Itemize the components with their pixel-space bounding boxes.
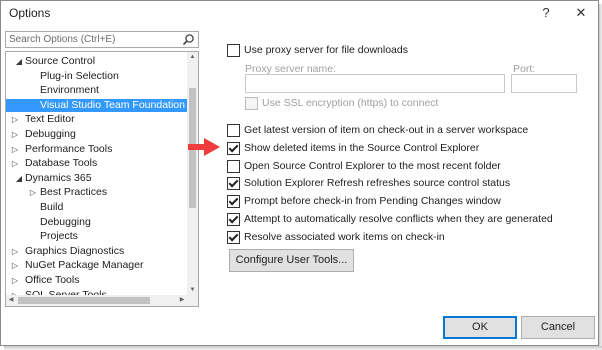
tree-item[interactable]: Build — [6, 201, 187, 214]
tree-item[interactable]: ▷ Debugging — [6, 128, 187, 141]
port-input[interactable] — [511, 74, 577, 93]
tree-item[interactable]: ▷ Office Tools — [6, 274, 187, 287]
tree-item-label: Debugging — [40, 215, 91, 228]
option-label: Get latest version of item on check-out … — [244, 124, 529, 136]
collapsed-arrow-icon[interactable]: ▷ — [10, 113, 20, 126]
cancel-button[interactable]: Cancel — [521, 316, 595, 339]
title-bar[interactable]: Options ? ✕ — [1, 1, 598, 27]
tree-item[interactable]: Projects — [6, 230, 187, 243]
collapsed-arrow-icon[interactable]: ▷ — [10, 245, 20, 258]
options-dialog: Options ? ✕ Search Options (Ctrl+E) ◢ Sou… — [0, 0, 599, 346]
help-button[interactable]: ? — [532, 2, 560, 24]
tree-item[interactable]: ▷ Text Editor — [6, 113, 187, 126]
collapsed-arrow-icon[interactable]: ▷ — [28, 186, 38, 199]
scroll-right-icon[interactable]: ▶ — [177, 295, 187, 306]
tree-item-label: Debugging — [25, 128, 76, 140]
tree-item[interactable]: Debugging — [6, 216, 187, 229]
close-button[interactable]: ✕ — [567, 2, 595, 24]
tree-item[interactable]: ▷ Graphics Diagnostics — [6, 245, 187, 258]
configure-user-tools-button[interactable]: Configure User Tools... — [229, 249, 354, 272]
tree-item[interactable]: Visual Studio Team Foundation Se — [6, 98, 187, 112]
tree-item-label: Build — [40, 201, 64, 213]
option-checkbox[interactable] — [227, 230, 240, 244]
window-title: Options — [9, 6, 51, 20]
ssl-checkbox[interactable] — [245, 97, 258, 110]
tree-item[interactable]: Environment — [6, 84, 187, 97]
search-placeholder: Search Options (Ctrl+E) — [9, 34, 116, 45]
scroll-up-icon[interactable]: ▲ — [187, 52, 198, 62]
scrollbar-corner — [187, 295, 198, 306]
tree-item-label: Dynamics 365 — [25, 171, 92, 184]
option-label: Attempt to automatically resolve conflic… — [244, 213, 553, 225]
search-icon[interactable] — [182, 33, 195, 46]
tree-item-label: Environment — [40, 84, 99, 97]
tree-item-label: Best Practices — [40, 186, 108, 199]
option-label: Show deleted items in the Source Control… — [244, 141, 480, 154]
option-checkbox[interactable] — [227, 177, 240, 191]
option-label: Open Source Control Explorer to the most… — [244, 159, 501, 172]
tree-item[interactable]: ▷ Performance Tools — [6, 143, 187, 156]
annotation-arrow-icon — [188, 138, 220, 156]
tree-horizontal-thumb[interactable] — [18, 297, 150, 304]
tree-item-label: Office Tools — [25, 274, 80, 286]
expanded-arrow-icon[interactable]: ◢ — [14, 55, 24, 68]
tree-item[interactable]: ◢ Source Control — [6, 55, 187, 68]
tree-vertical-scrollbar[interactable]: ▲ ▼ — [187, 52, 198, 295]
use-proxy-label: Use proxy server for file downloads — [244, 44, 408, 56]
use-proxy-checkbox[interactable] — [227, 44, 240, 57]
collapsed-arrow-icon[interactable]: ▷ — [10, 259, 20, 272]
tree-item[interactable]: Plug-in Selection — [6, 70, 187, 83]
collapsed-arrow-icon[interactable]: ▷ — [10, 128, 20, 141]
window-shadow-bottom — [4, 346, 602, 350]
tree-item[interactable]: ◢ Dynamics 365 — [6, 172, 187, 185]
tree-item[interactable]: ▷ NuGet Package Manager — [6, 259, 187, 272]
collapsed-arrow-icon[interactable]: ▷ — [10, 143, 20, 156]
tree-horizontal-scrollbar[interactable]: ◀ ▶ — [6, 295, 187, 306]
tree-item-label: Text Editor — [25, 113, 75, 126]
expanded-arrow-icon[interactable]: ◢ — [14, 172, 24, 185]
tree-item-label: NuGet Package Manager — [25, 259, 144, 272]
tree-item-label: Source Control — [25, 55, 96, 67]
option-label: Resolve associated work items on check-i… — [244, 230, 445, 243]
tree-item-label: Visual Studio Team Foundation Se — [40, 98, 187, 111]
tree-item-label: Projects — [40, 230, 78, 243]
scroll-left-icon[interactable]: ◀ — [6, 295, 16, 306]
option-checkbox[interactable] — [227, 141, 240, 155]
option-checkbox[interactable] — [227, 195, 240, 209]
tree-item-label: Database Tools — [25, 157, 98, 170]
tree-item-label: Graphics Diagnostics — [25, 244, 125, 257]
collapsed-arrow-icon[interactable]: ▷ — [10, 274, 20, 287]
option-label: Prompt before check-in from Pending Chan… — [244, 195, 501, 208]
option-checkbox[interactable] — [227, 213, 240, 226]
scroll-down-icon[interactable]: ▼ — [187, 285, 198, 295]
option-checkbox[interactable] — [227, 124, 240, 137]
search-options-input[interactable]: Search Options (Ctrl+E) — [5, 31, 199, 48]
collapsed-arrow-icon[interactable]: ▷ — [10, 157, 20, 170]
tree-item[interactable]: ▷ Best Practices — [6, 186, 187, 199]
tree-item-label: Performance Tools — [25, 142, 113, 155]
ok-button[interactable]: OK — [443, 316, 517, 339]
proxy-server-name-input[interactable] — [245, 74, 505, 93]
option-checkbox[interactable] — [227, 159, 240, 173]
options-tree[interactable]: ◢ Source Control Plug-in Selection Environm… — [5, 51, 199, 307]
option-label: Solution Explorer Refresh refreshes sour… — [244, 177, 511, 190]
tree-item-label: Plug-in Selection — [40, 69, 119, 82]
ssl-label: Use SSL encryption (https) to connect — [262, 97, 439, 109]
tree-item[interactable]: ▷ Database Tools — [6, 157, 187, 170]
